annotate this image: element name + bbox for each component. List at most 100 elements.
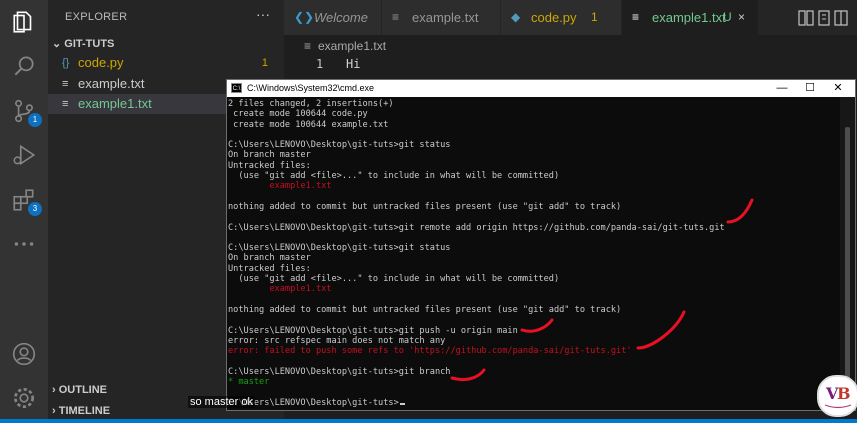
- open-changes-icon[interactable]: [818, 10, 830, 26]
- cmd-scrollbar[interactable]: [840, 97, 855, 410]
- cmd-window[interactable]: C:\ C:\Windows\System32\cmd.exe — ☐ ✕ 2 …: [226, 79, 856, 411]
- file-code-py[interactable]: {} code.py 1: [48, 53, 284, 73]
- outline-section[interactable]: › OUTLINE: [52, 384, 107, 396]
- compare-changes-icon[interactable]: [798, 10, 814, 26]
- search-icon[interactable]: [10, 52, 38, 80]
- cmd-line: C:\Users\LENOVO\Desktop\git-tuts>git sta…: [228, 140, 451, 151]
- file-problem-badge: 1: [261, 57, 268, 69]
- cmd-line: create mode 100644 example.txt: [228, 119, 389, 130]
- minimize-button[interactable]: —: [768, 81, 796, 96]
- outline-label: OUTLINE: [58, 384, 108, 396]
- more-icon[interactable]: [10, 230, 38, 258]
- channel-logo: V B: [817, 375, 857, 417]
- text-file-icon: ≡: [632, 10, 640, 24]
- cmd-line: C:\Users\LENOVO\Desktop\git-tuts>git bra…: [228, 366, 451, 377]
- editor-tabs: ❮❯ Welcome ≡ example.txt ◆ code.py 1 ≡ e…: [284, 0, 857, 35]
- cmd-line: [228, 233, 838, 243]
- editor-line[interactable]: 1 Hi: [284, 55, 857, 73]
- chevron-right-icon: ›: [52, 405, 56, 417]
- explorer-title: EXPLORER: [65, 11, 128, 23]
- text-file-icon: ≡: [392, 10, 400, 24]
- close-button[interactable]: ✕: [824, 81, 852, 96]
- cmd-scrollbar-thumb[interactable]: [845, 127, 850, 397]
- settings-gear-icon[interactable]: [10, 384, 38, 412]
- cmd-title: C:\Windows\System32\cmd.exe: [247, 83, 375, 93]
- line-number: 1: [316, 57, 324, 71]
- timeline-label: TIMELINE: [58, 405, 111, 417]
- explorer-more-icon[interactable]: ···: [256, 6, 270, 22]
- close-icon[interactable]: ×: [738, 0, 745, 35]
- cmd-line: (use "git add <file>..." to include in w…: [228, 274, 560, 285]
- cmd-line: C:\Users\LENOVO\Desktop\git-tuts>: [228, 398, 838, 408]
- tab-code-py[interactable]: ◆ code.py 1: [501, 0, 622, 35]
- tab-untracked-mark: U: [723, 10, 732, 24]
- cmd-line: On branch master: [228, 253, 311, 264]
- cmd-line: example1.txt: [228, 284, 332, 295]
- status-bar: [0, 419, 857, 423]
- text-file-icon: ≡: [62, 98, 69, 110]
- cmd-line: error: src refspec main does not match a…: [228, 335, 446, 346]
- python-file-icon: {}: [62, 57, 70, 69]
- text-file-icon: ≡: [62, 78, 69, 90]
- activity-bar: 1 3: [0, 0, 48, 423]
- cmd-line: [228, 315, 838, 325]
- tab-welcome[interactable]: ❮❯ Welcome: [284, 0, 382, 35]
- svg-text:B: B: [837, 384, 851, 403]
- tab-label: example1.txt: [652, 10, 726, 25]
- cmd-line: [228, 387, 838, 397]
- cmd-line: [228, 192, 838, 202]
- tab-label: example.txt: [412, 10, 479, 25]
- tab-example-txt[interactable]: ≡ example.txt: [382, 0, 501, 35]
- cmd-line: Untracked files:: [228, 263, 311, 274]
- cmd-line: error: failed to push some refs to 'http…: [228, 346, 632, 357]
- cmd-line: create mode 100644 code.py: [228, 109, 368, 120]
- cmd-app-icon: C:\: [231, 83, 242, 93]
- python-icon: ◆: [511, 10, 521, 24]
- text-file-icon: ≡: [304, 39, 312, 53]
- editor-actions: [797, 8, 849, 28]
- extensions-icon[interactable]: 3: [10, 186, 42, 216]
- folder-label: GIT-TUTS: [64, 38, 115, 50]
- vscode-icon: ❮❯: [294, 10, 315, 24]
- video-caption: so master ok: [188, 396, 255, 408]
- files-icon[interactable]: [10, 8, 38, 36]
- timeline-section[interactable]: › TIMELINE: [52, 405, 110, 417]
- cmd-line: On branch master: [228, 150, 311, 161]
- cmd-line: 2 files changed, 2 insertions(+): [228, 99, 394, 109]
- cmd-output[interactable]: 2 files changed, 2 insertions(+) create …: [228, 99, 838, 410]
- tab-label: code.py: [531, 10, 577, 25]
- cmd-line: C:\Users\LENOVO\Desktop\git-tuts>git sta…: [228, 243, 451, 254]
- tab-label: Welcome: [314, 10, 368, 25]
- cmd-line: nothing added to commit but untracked fi…: [228, 304, 622, 315]
- extensions-badge: 3: [28, 202, 42, 216]
- tab-problem-count: 1: [591, 10, 598, 24]
- cmd-line: (use "git add <file>..." to include in w…: [228, 171, 560, 182]
- account-icon[interactable]: [10, 340, 38, 368]
- breadcrumb: ≡ example1.txt: [284, 35, 857, 57]
- cmd-line: [228, 295, 838, 305]
- cmd-titlebar[interactable]: C:\ C:\Windows\System32\cmd.exe — ☐ ✕: [227, 80, 855, 97]
- cmd-line: nothing added to commit but untracked fi…: [228, 201, 622, 212]
- cmd-line: Untracked files:: [228, 160, 311, 171]
- cmd-line: C:\Users\LENOVO\Desktop\git-tuts>git rem…: [228, 222, 725, 233]
- tab-example1-txt[interactable]: ≡ example1.txt U ×: [622, 0, 759, 35]
- breadcrumb-file[interactable]: example1.txt: [318, 35, 386, 57]
- cmd-cursor: [399, 402, 405, 405]
- source-control-badge: 1: [28, 113, 42, 127]
- file-label: example.txt: [78, 76, 145, 91]
- chevron-right-icon: ›: [52, 384, 56, 396]
- file-label: example1.txt: [78, 96, 152, 111]
- cmd-line: [228, 356, 838, 366]
- source-control-icon[interactable]: 1: [10, 97, 42, 127]
- folder-git-tuts[interactable]: ⌄ GIT-TUTS: [52, 37, 114, 50]
- cmd-line: example1.txt: [228, 181, 332, 192]
- split-editor-icon[interactable]: [834, 10, 848, 26]
- cmd-line: C:\Users\LENOVO\Desktop\git-tuts>git pus…: [228, 325, 518, 336]
- line-text: Hi: [346, 57, 361, 71]
- maximize-button[interactable]: ☐: [796, 81, 824, 96]
- cmd-line: [228, 212, 838, 222]
- run-debug-icon[interactable]: [10, 141, 38, 169]
- chevron-down-icon: ⌄: [52, 38, 62, 50]
- file-label: code.py: [78, 55, 124, 70]
- cmd-line: [228, 130, 838, 140]
